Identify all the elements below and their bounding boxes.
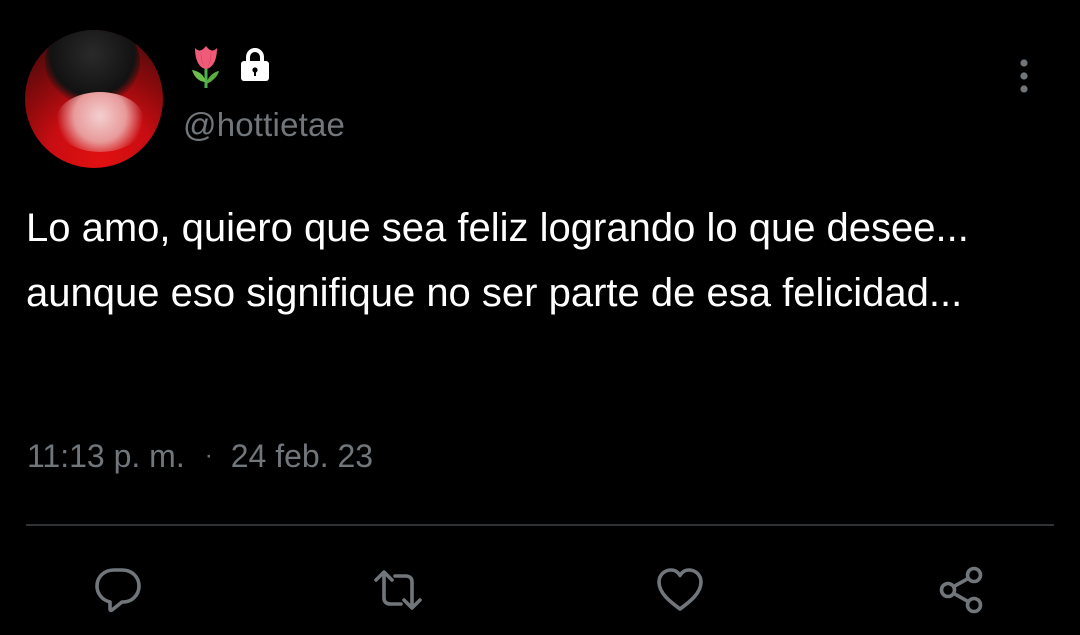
reply-icon[interactable]	[90, 562, 146, 618]
meta-separator: ·	[204, 442, 213, 469]
tweet-time[interactable]: 11:13 p. m.	[27, 438, 185, 474]
tweet-meta: 11:13 p. m. · 24 feb. 23	[27, 438, 373, 475]
user-handle[interactable]: @hottietae	[183, 106, 345, 144]
avatar-highlight	[55, 92, 145, 152]
heart-icon[interactable]	[652, 562, 708, 618]
more-vertical-icon[interactable]	[1008, 56, 1040, 96]
share-icon[interactable]	[934, 562, 990, 618]
tweet-date[interactable]: 24 feb. 23	[231, 438, 373, 474]
avatar[interactable]	[25, 30, 163, 168]
divider	[26, 524, 1054, 526]
tulip-icon	[188, 42, 224, 90]
lock-icon	[236, 47, 274, 83]
retweet-icon[interactable]	[370, 562, 426, 618]
tweet-text: Lo amo, quiero que sea feliz logrando lo…	[26, 206, 969, 315]
